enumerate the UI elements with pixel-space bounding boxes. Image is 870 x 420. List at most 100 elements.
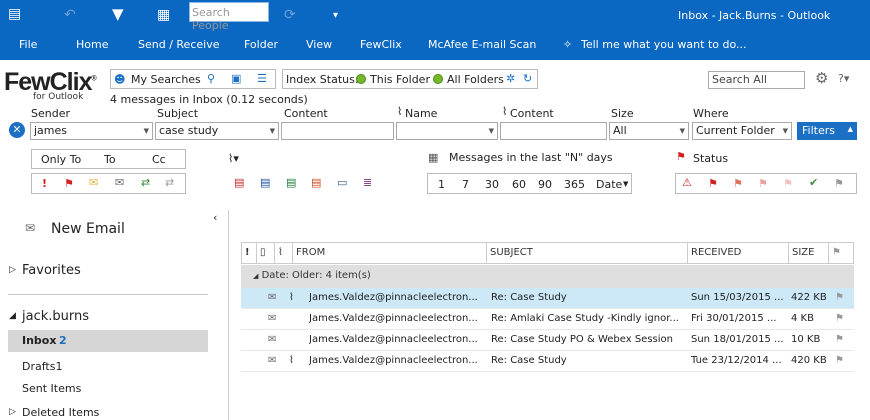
table-row[interactable]: ✉ ⌇ James.Valdez@pinnacleelectron... Re:… [241,288,854,309]
expand-icon[interactable]: ▷ [9,407,16,417]
search-people-input[interactable]: Search People [189,2,269,32]
address-book-icon[interactable]: ▦ [157,7,170,23]
tab-fewclix[interactable]: FewClix [360,38,402,51]
tab-send-receive[interactable]: Send / Receive [138,38,219,51]
powerpoint-icon[interactable]: ▤ [311,176,321,189]
flag-icon[interactable]: ⚑ [835,334,844,345]
send-receive-icon[interactable]: ⟳ [284,7,296,23]
from-column[interactable]: FROM [293,243,487,264]
folder-inbox[interactable]: Inbox [22,334,56,347]
received-column[interactable]: RECEIVED [688,243,789,264]
collapse-icon[interactable]: ◢ [9,311,16,321]
table-row[interactable]: ✉ James.Valdez@pinnacleelectron... Re: C… [241,330,854,351]
unread-envelope-icon[interactable]: ✉ [89,176,98,189]
date-dropdown[interactable]: Date [596,178,622,191]
name-label: Name [405,107,438,120]
complete-check-icon[interactable]: ✔ [809,176,818,189]
pdf-icon[interactable]: ▤ [234,176,244,189]
days-90-button[interactable]: 90 [538,178,552,191]
tell-me-input[interactable]: Tell me what you want to do... [581,38,747,51]
importance-column[interactable]: ! [242,243,257,264]
only-to-button[interactable]: Only To [41,153,81,166]
flag-pink-icon[interactable]: ⚑ [758,177,768,190]
my-searches-button[interactable]: ☻ My Searches ⚲ ▣ ☰ [110,69,276,89]
icon-column[interactable]: ▯ [257,243,275,264]
replied-icon[interactable]: ⇄ [141,176,150,189]
excel-icon[interactable]: ▤ [286,176,296,189]
size-select[interactable]: All ▼ [609,122,689,140]
messages-last-n-days-label: Messages in the last "N" days [449,151,613,164]
where-select[interactable]: Current Folder ▼ [692,122,792,140]
sender-input[interactable]: james ▼ [30,122,153,140]
content-input[interactable] [281,122,394,140]
flag-red-icon[interactable]: ⚑ [708,177,718,190]
size-column[interactable]: SIZE [789,243,829,264]
account-header[interactable]: jack.burns [22,309,89,324]
flag-icon[interactable]: ⚑ [835,355,844,366]
flag-orange-icon[interactable]: ⚑ [733,177,743,190]
warning-icon[interactable]: ⚠ [682,176,692,189]
outlook-app-icon[interactable]: ▤ [8,6,21,22]
table-row[interactable]: ✉ ⌇ James.Valdez@pinnacleelectron... Re:… [241,351,854,372]
save-icon[interactable]: ▣ [231,72,241,85]
customize-qat-icon[interactable]: ▾ [333,10,338,21]
image-icon[interactable]: ▭ [337,176,347,189]
attachment-filter-icon[interactable]: ⌇▾ [228,152,239,165]
days-7-button[interactable]: 7 [462,178,469,191]
folder-deleted[interactable]: Deleted Items [22,406,99,419]
table-row[interactable]: ✉ James.Valdez@pinnacleelectron... Re: A… [241,309,854,330]
envelope-icon: ✉ [268,355,277,366]
flag-icon[interactable]: ⚑ [835,313,844,324]
forwarded-icon[interactable]: ⇄ [165,176,174,189]
subject-column[interactable]: SUBJECT [487,243,688,264]
favorites-header[interactable]: Favorites [22,263,81,278]
tab-folder[interactable]: Folder [244,38,278,51]
all-folders-label: All Folders [447,73,504,86]
collapse-icon[interactable]: ◢ [253,272,258,280]
read-envelope-icon[interactable]: ✉ [115,176,124,189]
help-icon[interactable]: ?▾ [838,72,849,85]
inbox-unread-count: 2 [59,334,67,347]
tab-mcafee[interactable]: McAfee E-mail Scan [428,38,536,51]
flag-gray-icon[interactable]: ⚑ [834,177,844,190]
days-365-button[interactable]: 365 [564,178,585,191]
tab-home[interactable]: Home [76,38,108,51]
attachment-name-input[interactable]: ▼ [396,122,498,140]
filter-icon[interactable]: ▼ [112,5,124,23]
cc-button[interactable]: Cc [152,153,166,166]
subject-input[interactable]: case study ▼ [155,122,279,140]
expand-icon[interactable]: ▷ [9,265,16,275]
filters-button[interactable]: Filters ▲ [797,122,857,140]
tab-view[interactable]: View [306,38,332,51]
days-30-button[interactable]: 30 [485,178,499,191]
row-size: 10 KB [791,334,821,345]
flag-light-icon[interactable]: ⚑ [783,177,793,190]
undo-icon[interactable]: ↶ [64,7,76,23]
tab-file[interactable]: File [19,38,37,51]
settings-gear-icon[interactable]: ✲ [506,72,515,85]
search-all-input[interactable]: Search All [708,71,805,89]
flag-icon[interactable]: ⚑ [64,177,74,190]
refresh-icon[interactable]: ↻ [523,72,532,85]
row-size: 422 KB [791,292,827,303]
gear-icon[interactable]: ⚙ [815,69,828,87]
group-header[interactable]: ◢ Date: Older: 4 item(s) [241,265,854,288]
list-icon[interactable]: ☰ [257,72,267,85]
days-1-button[interactable]: 1 [438,178,445,191]
this-folder-label: This Folder [370,73,430,86]
word-icon[interactable]: ▤ [260,176,270,189]
new-email-button[interactable]: New Email [51,221,125,237]
clear-search-icon[interactable]: ✕ [9,122,25,138]
importance-icon[interactable]: ! [42,177,47,190]
to-button[interactable]: To [104,153,116,166]
search-icon[interactable]: ⚲ [207,72,215,85]
folder-drafts[interactable]: Drafts1 [22,360,62,373]
collapse-pane-icon[interactable]: ‹ [213,211,217,224]
folder-sent[interactable]: Sent Items [22,382,81,395]
archive-icon[interactable]: ≣ [363,176,372,189]
flag-column[interactable]: ⚑ [829,243,854,264]
days-60-button[interactable]: 60 [512,178,526,191]
attachment-content-input[interactable] [500,122,607,140]
flag-icon[interactable]: ⚑ [835,292,844,303]
attachment-column[interactable]: ⌇ [275,243,293,264]
